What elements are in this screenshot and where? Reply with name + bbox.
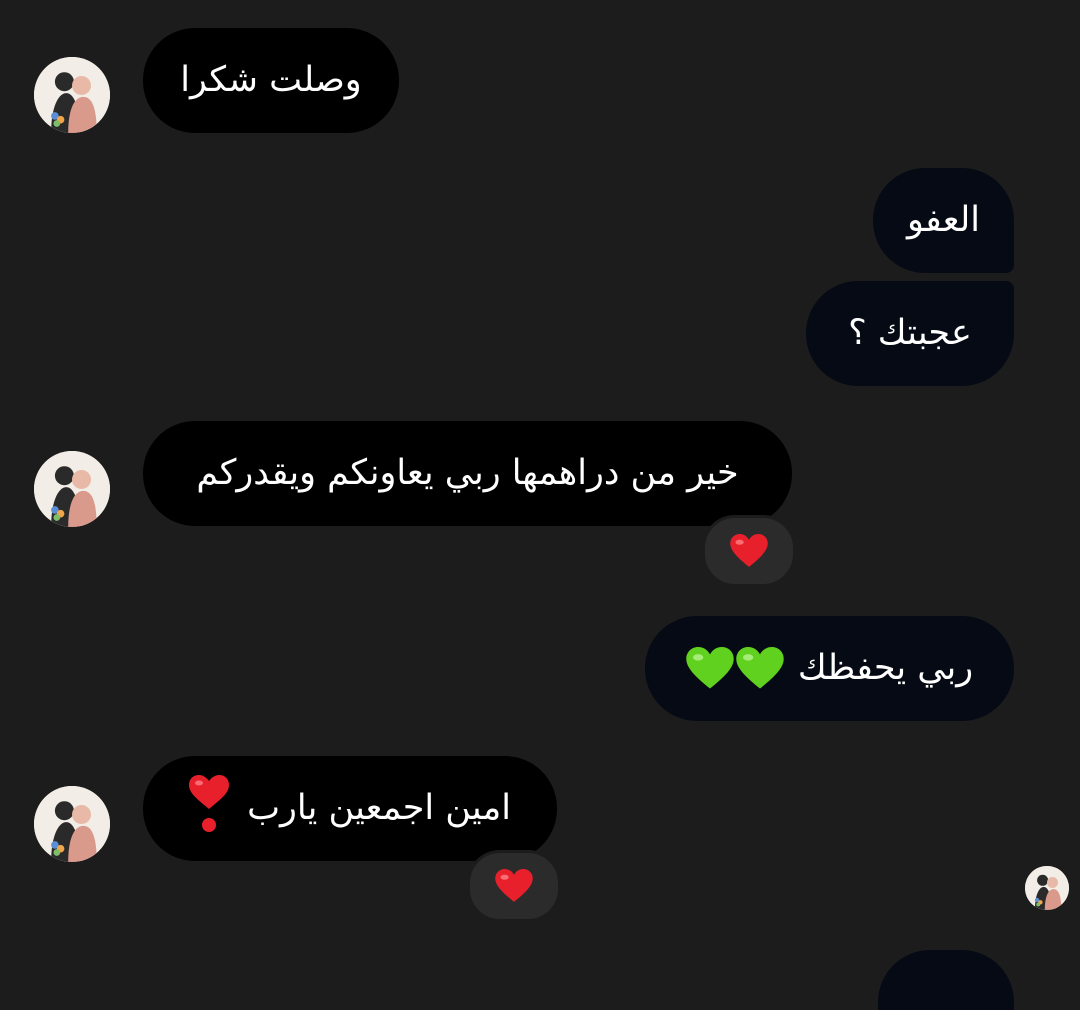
message-bubble-incoming[interactable]: وصلت شكرا: [143, 28, 399, 133]
red-heart-icon: [730, 534, 768, 568]
message-text: العفو: [906, 200, 981, 240]
message-bubble-outgoing[interactable]: ربي يحفظك: [645, 616, 1014, 721]
message-bubble-outgoing[interactable]: عجبتك ؟: [806, 281, 1014, 386]
message-text: خير من دراهمها ربي يعاونكم ويقدركم: [196, 453, 739, 493]
avatar-icon: [34, 451, 110, 527]
sender-avatar[interactable]: [34, 57, 110, 133]
seen-indicator-avatar: [1025, 866, 1069, 910]
message-bubble-incoming[interactable]: خير من دراهمها ربي يعاونكم ويقدركم: [143, 421, 792, 526]
green-heart-icon: [736, 647, 784, 690]
reaction-badge[interactable]: [702, 515, 796, 587]
message-bubble-incoming[interactable]: امين اجمعين يارب: [143, 756, 557, 861]
avatar-icon: [34, 786, 110, 862]
message-text: وصلت شكرا: [180, 60, 362, 100]
red-heart-icon: [495, 869, 533, 903]
message-text: امين اجمعين يارب: [247, 788, 511, 828]
sender-avatar[interactable]: [34, 786, 110, 862]
heart-exclamation-icon: [189, 775, 230, 842]
avatar-icon: [34, 57, 110, 133]
green-heart-icon: [686, 647, 734, 690]
reaction-badge[interactable]: [467, 850, 561, 922]
message-text: ربي يحفظك: [797, 648, 974, 688]
sender-avatar[interactable]: [34, 451, 110, 527]
avatar-icon: [1025, 866, 1069, 910]
message-bubble-outgoing[interactable]: العفو: [873, 168, 1014, 273]
message-bubble-outgoing-partial[interactable]: [878, 950, 1014, 1010]
message-text: عجبتك ؟: [848, 313, 972, 353]
